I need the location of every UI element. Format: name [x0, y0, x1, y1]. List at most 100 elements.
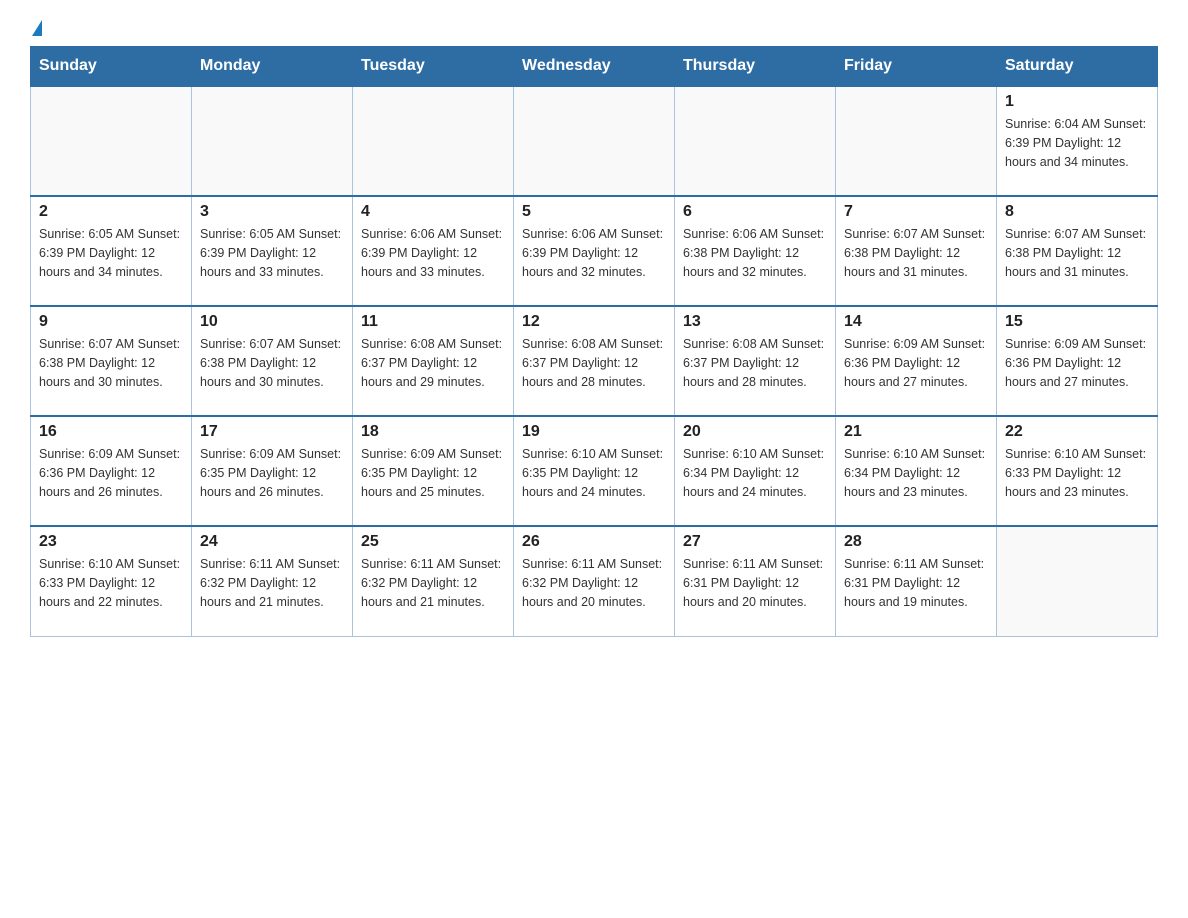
- day-info: Sunrise: 6:09 AM Sunset: 6:36 PM Dayligh…: [844, 335, 988, 391]
- calendar-cell: 9 Sunrise: 6:07 AM Sunset: 6:38 PM Daylig…: [31, 306, 192, 416]
- day-of-week-header: Saturday: [997, 47, 1158, 87]
- calendar-cell: 25 Sunrise: 6:11 AM Sunset: 6:32 PM Dayli…: [353, 526, 514, 636]
- calendar-cell: 26Sunrise: 6:11 AM Sunset: 6:32 PM Dayli…: [514, 526, 675, 636]
- day-info: Sunrise: 6:08 AM Sunset: 6:37 PM Dayligh…: [522, 335, 666, 391]
- day-info: Sunrise: 6:11 AM Sunset: 6:31 PM Dayligh…: [844, 555, 988, 611]
- day-info: Sunrise: 6:06 AM Sunset: 6:38 PM Dayligh…: [683, 225, 827, 281]
- calendar-cell: 24Sunrise: 6:11 AM Sunset: 6:32 PM Dayli…: [192, 526, 353, 636]
- calendar-cell: 10 Sunrise: 6:07 AM Sunset: 6:38 PM Dayli…: [192, 306, 353, 416]
- day-number: 25: [361, 533, 505, 551]
- calendar-cell: 14 Sunrise: 6:09 AM Sunset: 6:36 PM Dayli…: [836, 306, 997, 416]
- calendar-cell: [192, 86, 353, 196]
- week-row: 16Sunrise: 6:09 AM Sunset: 6:36 PM Dayli…: [31, 416, 1158, 526]
- day-of-week-header: Sunday: [31, 47, 192, 87]
- calendar-cell: 22 Sunrise: 6:10 AM Sunset: 6:33 PM Dayli…: [997, 416, 1158, 526]
- calendar-cell: [675, 86, 836, 196]
- day-of-week-header: Wednesday: [514, 47, 675, 87]
- week-row: 23 Sunrise: 6:10 AM Sunset: 6:33 PM Dayli…: [31, 526, 1158, 636]
- calendar-cell: 15 Sunrise: 6:09 AM Sunset: 6:36 PM Dayli…: [997, 306, 1158, 416]
- calendar-cell: 7 Sunrise: 6:07 AM Sunset: 6:38 PM Daylig…: [836, 196, 997, 306]
- day-info: Sunrise: 6:05 AM Sunset: 6:39 PM Dayligh…: [200, 225, 344, 281]
- day-number: 16: [39, 423, 183, 441]
- calendar-cell: 13 Sunrise: 6:08 AM Sunset: 6:37 PM Dayli…: [675, 306, 836, 416]
- day-number: 6: [683, 203, 827, 221]
- week-row: 1 Sunrise: 6:04 AM Sunset: 6:39 PM Daylig…: [31, 86, 1158, 196]
- day-info: Sunrise: 6:10 AM Sunset: 6:35 PM Dayligh…: [522, 445, 666, 501]
- calendar-cell: [31, 86, 192, 196]
- calendar-cell: 17Sunrise: 6:09 AM Sunset: 6:35 PM Dayli…: [192, 416, 353, 526]
- day-info: Sunrise: 6:07 AM Sunset: 6:38 PM Dayligh…: [200, 335, 344, 391]
- calendar-cell: 27 Sunrise: 6:11 AM Sunset: 6:31 PM Dayli…: [675, 526, 836, 636]
- day-info: Sunrise: 6:06 AM Sunset: 6:39 PM Dayligh…: [361, 225, 505, 281]
- calendar-cell: 21 Sunrise: 6:10 AM Sunset: 6:34 PM Dayli…: [836, 416, 997, 526]
- calendar-cell: 16Sunrise: 6:09 AM Sunset: 6:36 PM Dayli…: [31, 416, 192, 526]
- day-info: Sunrise: 6:11 AM Sunset: 6:31 PM Dayligh…: [683, 555, 827, 611]
- day-info: Sunrise: 6:11 AM Sunset: 6:32 PM Dayligh…: [200, 555, 344, 611]
- calendar-cell: 1 Sunrise: 6:04 AM Sunset: 6:39 PM Daylig…: [997, 86, 1158, 196]
- day-number: 23: [39, 533, 183, 551]
- day-info: Sunrise: 6:04 AM Sunset: 6:39 PM Dayligh…: [1005, 115, 1149, 171]
- day-number: 11: [361, 313, 505, 331]
- day-info: Sunrise: 6:07 AM Sunset: 6:38 PM Dayligh…: [1005, 225, 1149, 281]
- day-info: Sunrise: 6:09 AM Sunset: 6:35 PM Dayligh…: [361, 445, 505, 501]
- day-info: Sunrise: 6:06 AM Sunset: 6:39 PM Dayligh…: [522, 225, 666, 281]
- day-info: Sunrise: 6:08 AM Sunset: 6:37 PM Dayligh…: [683, 335, 827, 391]
- week-row: 2 Sunrise: 6:05 AM Sunset: 6:39 PM Daylig…: [31, 196, 1158, 306]
- day-number: 1: [1005, 93, 1149, 111]
- day-info: Sunrise: 6:05 AM Sunset: 6:39 PM Dayligh…: [39, 225, 183, 281]
- calendar-cell: [997, 526, 1158, 636]
- calendar-cell: 23 Sunrise: 6:10 AM Sunset: 6:33 PM Dayli…: [31, 526, 192, 636]
- day-number: 10: [200, 313, 344, 331]
- calendar-cell: 2 Sunrise: 6:05 AM Sunset: 6:39 PM Daylig…: [31, 196, 192, 306]
- page-header: [30, 20, 1158, 36]
- day-number: 26: [522, 533, 666, 551]
- calendar-cell: 28 Sunrise: 6:11 AM Sunset: 6:31 PM Dayli…: [836, 526, 997, 636]
- calendar-cell: [353, 86, 514, 196]
- calendar-header-row: SundayMondayTuesdayWednesdayThursdayFrid…: [31, 47, 1158, 87]
- day-number: 18: [361, 423, 505, 441]
- logo-triangle-icon: [32, 20, 42, 36]
- day-number: 21: [844, 423, 988, 441]
- calendar-cell: 12 Sunrise: 6:08 AM Sunset: 6:37 PM Dayli…: [514, 306, 675, 416]
- calendar-cell: 4 Sunrise: 6:06 AM Sunset: 6:39 PM Daylig…: [353, 196, 514, 306]
- day-number: 12: [522, 313, 666, 331]
- day-number: 3: [200, 203, 344, 221]
- day-number: 22: [1005, 423, 1149, 441]
- calendar-cell: [514, 86, 675, 196]
- day-number: 13: [683, 313, 827, 331]
- day-info: Sunrise: 6:07 AM Sunset: 6:38 PM Dayligh…: [39, 335, 183, 391]
- day-info: Sunrise: 6:10 AM Sunset: 6:34 PM Dayligh…: [844, 445, 988, 501]
- day-info: Sunrise: 6:11 AM Sunset: 6:32 PM Dayligh…: [361, 555, 505, 611]
- calendar-cell: [836, 86, 997, 196]
- day-of-week-header: Monday: [192, 47, 353, 87]
- day-info: Sunrise: 6:10 AM Sunset: 6:33 PM Dayligh…: [1005, 445, 1149, 501]
- day-of-week-header: Thursday: [675, 47, 836, 87]
- calendar-table: SundayMondayTuesdayWednesdayThursdayFrid…: [30, 46, 1158, 637]
- day-info: Sunrise: 6:10 AM Sunset: 6:33 PM Dayligh…: [39, 555, 183, 611]
- day-number: 15: [1005, 313, 1149, 331]
- day-info: Sunrise: 6:10 AM Sunset: 6:34 PM Dayligh…: [683, 445, 827, 501]
- day-info: Sunrise: 6:08 AM Sunset: 6:37 PM Dayligh…: [361, 335, 505, 391]
- calendar-cell: 5 Sunrise: 6:06 AM Sunset: 6:39 PM Daylig…: [514, 196, 675, 306]
- day-info: Sunrise: 6:09 AM Sunset: 6:36 PM Dayligh…: [1005, 335, 1149, 391]
- week-row: 9 Sunrise: 6:07 AM Sunset: 6:38 PM Daylig…: [31, 306, 1158, 416]
- day-number: 14: [844, 313, 988, 331]
- logo: [30, 20, 42, 36]
- day-number: 5: [522, 203, 666, 221]
- day-number: 27: [683, 533, 827, 551]
- day-info: Sunrise: 6:07 AM Sunset: 6:38 PM Dayligh…: [844, 225, 988, 281]
- calendar-cell: 11 Sunrise: 6:08 AM Sunset: 6:37 PM Dayli…: [353, 306, 514, 416]
- day-info: Sunrise: 6:09 AM Sunset: 6:35 PM Dayligh…: [200, 445, 344, 501]
- day-number: 8: [1005, 203, 1149, 221]
- calendar-cell: 19Sunrise: 6:10 AM Sunset: 6:35 PM Dayli…: [514, 416, 675, 526]
- day-number: 28: [844, 533, 988, 551]
- calendar-cell: 20 Sunrise: 6:10 AM Sunset: 6:34 PM Dayli…: [675, 416, 836, 526]
- calendar-cell: 6 Sunrise: 6:06 AM Sunset: 6:38 PM Daylig…: [675, 196, 836, 306]
- day-number: 20: [683, 423, 827, 441]
- calendar-cell: 18 Sunrise: 6:09 AM Sunset: 6:35 PM Dayli…: [353, 416, 514, 526]
- day-number: 4: [361, 203, 505, 221]
- day-number: 2: [39, 203, 183, 221]
- day-number: 7: [844, 203, 988, 221]
- day-number: 9: [39, 313, 183, 331]
- calendar-cell: 3 Sunrise: 6:05 AM Sunset: 6:39 PM Daylig…: [192, 196, 353, 306]
